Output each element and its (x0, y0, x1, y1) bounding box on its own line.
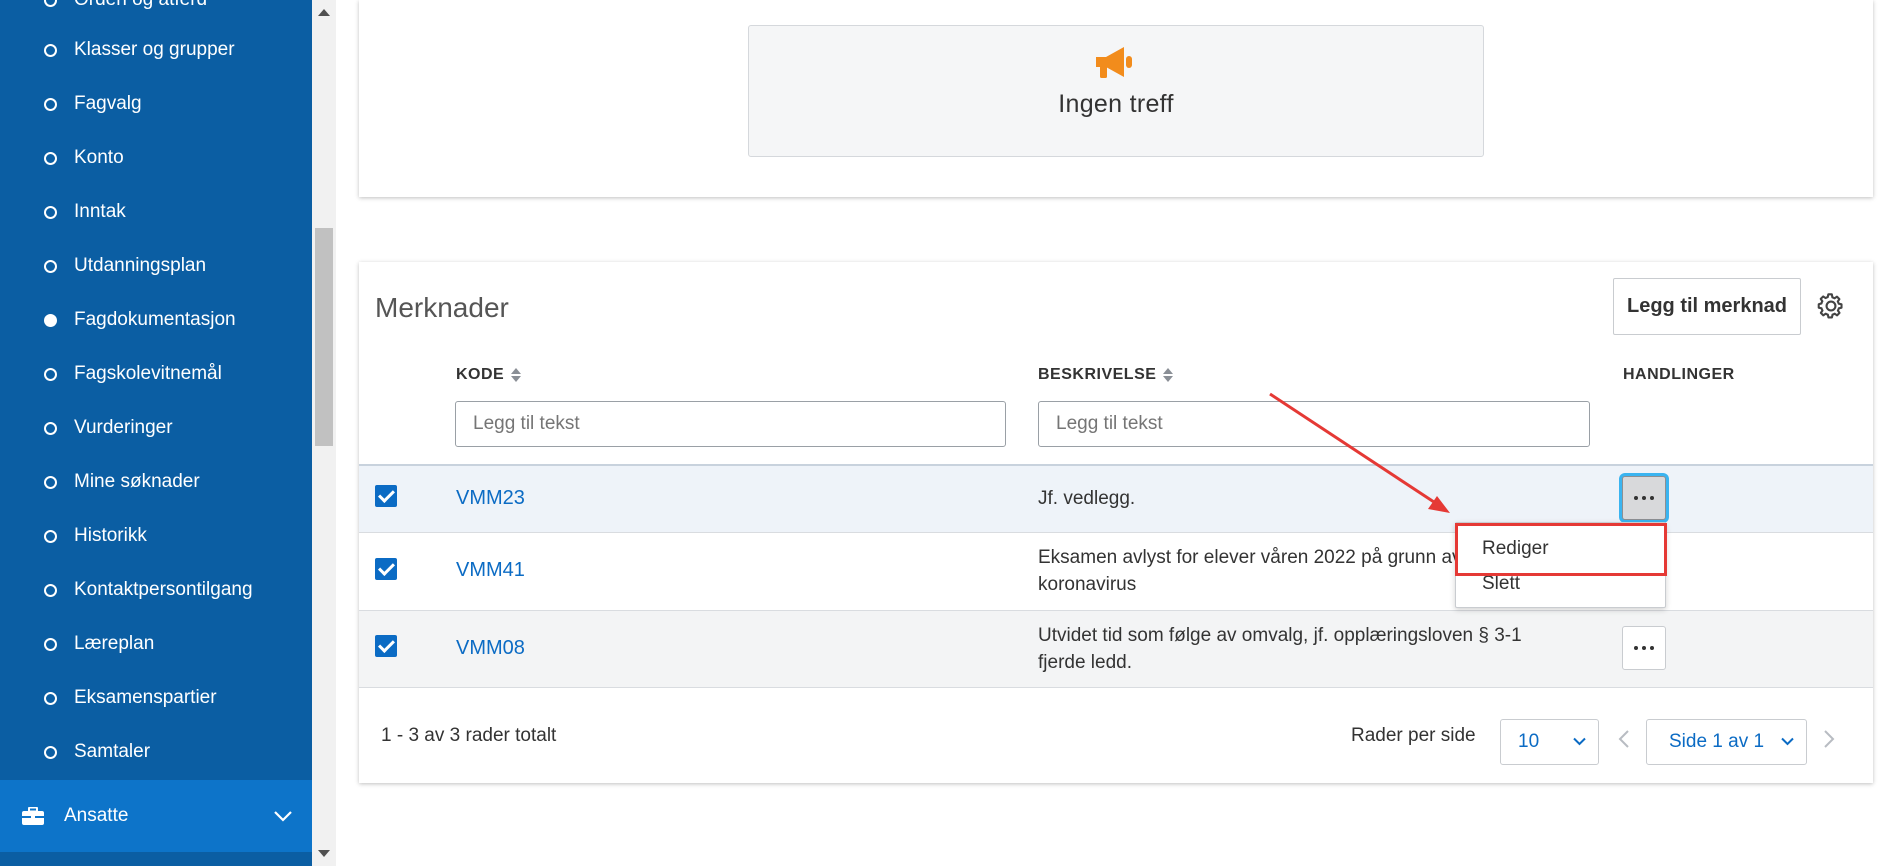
chevron-down-icon (1573, 737, 1586, 746)
select-value: 10 (1518, 731, 1540, 752)
row-description: Eksamen avlyst for elever våren 2022 på … (1038, 544, 1458, 598)
row-actions-button[interactable] (1622, 626, 1666, 670)
empty-state: Ingen treff (748, 25, 1484, 157)
sidebar-item-label: Læreplan (74, 633, 155, 654)
scrollbar-thumb[interactable] (315, 228, 333, 446)
row-code-link[interactable]: VMM08 (456, 637, 525, 660)
briefcase-icon (22, 807, 44, 825)
radio-dot-icon (44, 529, 57, 543)
radio-dot-icon (44, 637, 57, 651)
sidebar-item-fagskolevitnemal[interactable]: Fagskolevitnemål (0, 347, 312, 401)
sidebar-item-utdanningsplan[interactable]: Utdanningsplan (0, 239, 312, 293)
radio-dot-icon (44, 583, 57, 597)
row-description-line: Utvidet tid som følge av omvalg, jf. opp… (1038, 625, 1522, 646)
sidebar-item-label: Fagskolevitnemål (74, 363, 222, 384)
column-header-label: HANDLINGER (1623, 366, 1735, 383)
radio-dot-icon (44, 0, 57, 7)
sort-icon[interactable] (1163, 368, 1174, 382)
sidebar-item-label: Fagdokumentasjon (74, 309, 236, 330)
sidebar-item-label: Konto (74, 147, 124, 168)
row-checkbox[interactable] (375, 635, 397, 657)
sort-icon[interactable] (511, 368, 522, 382)
sidebar-item-label: Vurderinger (74, 417, 173, 438)
sidebar-item-label: Klasser og grupper (74, 39, 235, 60)
radio-dot-icon (44, 421, 57, 435)
sidebar-item-label: Fagvalg (74, 93, 142, 114)
sidebar-section-label: Ansatte (64, 805, 129, 826)
sidebar-item-label: Historikk (74, 525, 147, 546)
row-count-text: 1 - 3 av 3 rader totalt (381, 725, 557, 746)
row-description-line: Eksamen avlyst for elever våren 2022 på … (1038, 547, 1458, 568)
radio-dot-icon (44, 151, 57, 165)
sidebar-item-klasser-og-grupper[interactable]: Klasser og grupper (0, 23, 312, 77)
radio-dot-icon (44, 205, 57, 219)
row-description: Jf. vedlegg. (1038, 485, 1578, 512)
page-select[interactable]: Side 1 av 1 (1646, 719, 1807, 765)
sidebar-scrollbar[interactable] (312, 0, 336, 866)
chevron-down-icon (1781, 737, 1794, 746)
beskrivelse-filter-input[interactable] (1038, 401, 1590, 447)
empty-state-text: Ingen treff (1058, 90, 1174, 118)
sidebar-item-label: Orden og atferd (74, 0, 207, 11)
sidebar-section-ansatte[interactable]: Ansatte (0, 780, 312, 852)
sidebar: Orden og atferd Klasser og grupper Fagva… (0, 0, 312, 866)
row-description-line: fjerde ledd. (1038, 652, 1133, 673)
sidebar-item-label: Eksamenspartier (74, 687, 217, 708)
sidebar-item-label: Mine søknader (74, 471, 200, 492)
sidebar-item-eksamenspartier[interactable]: Eksamenspartier (0, 671, 312, 725)
radio-dot-filled-icon (44, 313, 57, 327)
sidebar-item-inntak[interactable]: Inntak (0, 185, 312, 239)
rows-per-page-select[interactable]: 10 (1500, 719, 1599, 765)
sidebar-item-label: Kontaktpersontilgang (74, 579, 253, 600)
row-checkbox[interactable] (375, 558, 397, 580)
sidebar-item-laereplan[interactable]: Læreplan (0, 617, 312, 671)
row-actions-button[interactable] (1622, 476, 1666, 520)
row-code-link[interactable]: VMM23 (456, 487, 525, 510)
column-header-label: BESKRIVELSE (1038, 366, 1157, 383)
radio-dot-icon (44, 745, 57, 759)
column-header-beskrivelse[interactable]: BESKRIVELSE (1038, 366, 1174, 384)
sidebar-item-fagdokumentasjon[interactable]: Fagdokumentasjon (0, 293, 312, 347)
radio-dot-icon (44, 259, 57, 273)
sidebar-item-vurderinger[interactable]: Vurderinger (0, 401, 312, 455)
table-row: VMM08 Utvidet tid som følge av omvalg, j… (359, 610, 1873, 688)
column-header-label: KODE (456, 366, 505, 383)
radio-dot-icon (44, 691, 57, 705)
next-page-icon[interactable] (1823, 729, 1835, 749)
megaphone-icon (1096, 47, 1132, 78)
select-value: Side 1 av 1 (1669, 731, 1765, 752)
row-description-line: Jf. vedlegg. (1038, 488, 1136, 509)
sidebar-item-konto[interactable]: Konto (0, 131, 312, 185)
menu-item-slett[interactable]: Slett (1482, 573, 1520, 595)
sidebar-item-kontaktpersontilgang[interactable]: Kontaktpersontilgang (0, 563, 312, 617)
radio-dot-icon (44, 475, 57, 489)
sidebar-item-historikk[interactable]: Historikk (0, 509, 312, 563)
radio-dot-icon (44, 97, 57, 111)
scroll-down-arrow-icon[interactable] (318, 850, 330, 857)
row-code-link[interactable]: VMM41 (456, 559, 525, 582)
sidebar-item-mine-soknader[interactable]: Mine søknader (0, 455, 312, 509)
chevron-down-icon (274, 810, 292, 822)
sidebar-item-samtaler[interactable]: Samtaler (0, 725, 312, 779)
radio-dot-icon (44, 43, 57, 57)
rows-per-page-label: Rader per side (1351, 725, 1476, 746)
row-checkbox[interactable] (375, 485, 397, 507)
scroll-up-arrow-icon[interactable] (318, 9, 330, 16)
sidebar-item-label: Samtaler (74, 741, 151, 762)
sidebar-item-fagvalg[interactable]: Fagvalg (0, 77, 312, 131)
row-description-line: koronavirus (1038, 574, 1137, 595)
annotation-highlight-box (1455, 523, 1667, 576)
sidebar-item-label: Inntak (74, 201, 126, 222)
sidebar-item-label: Utdanningsplan (74, 255, 207, 276)
section-title: Merknader (375, 292, 509, 323)
row-description: Utvidet tid som følge av omvalg, jf. opp… (1038, 622, 1578, 676)
kode-filter-input[interactable] (455, 401, 1006, 447)
search-results-card: Ingen treff (359, 0, 1873, 197)
add-merknad-button[interactable]: Legg til merknad (1613, 278, 1801, 335)
radio-dot-icon (44, 367, 57, 381)
gear-icon[interactable] (1817, 292, 1845, 320)
column-header-handlinger: HANDLINGER (1623, 366, 1735, 384)
column-header-kode[interactable]: KODE (456, 366, 522, 384)
previous-page-icon[interactable] (1618, 729, 1630, 749)
